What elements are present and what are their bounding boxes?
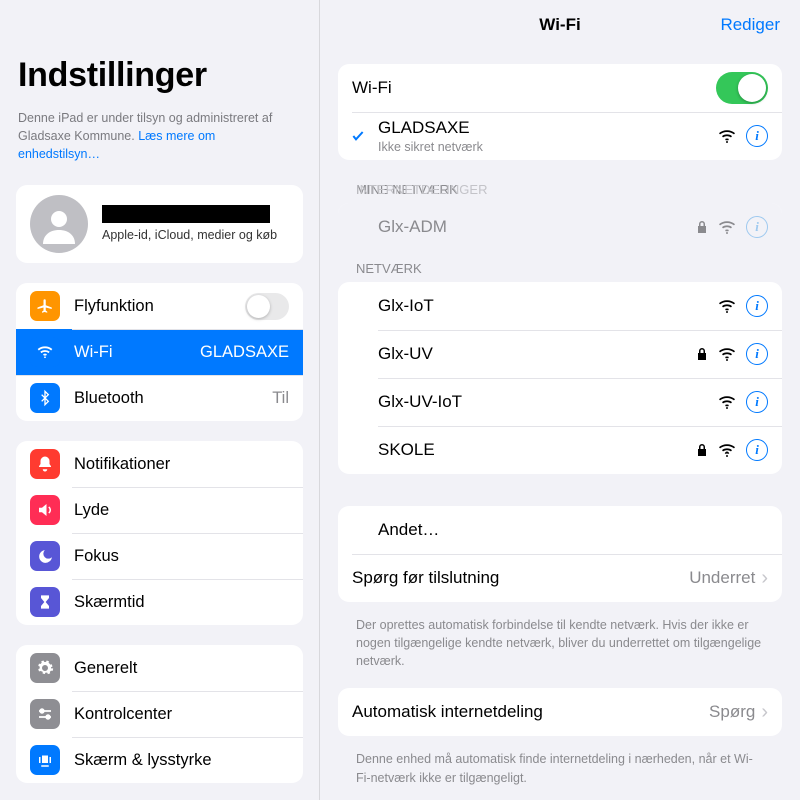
- account-name-redacted: [102, 205, 270, 223]
- sidebar-item-label: Wi-Fi: [74, 343, 200, 362]
- network-row[interactable]: Glx-ADM i: [338, 203, 782, 251]
- sidebar-item-label: Kontrolcenter: [74, 705, 289, 724]
- sidebar-item-value: Til: [272, 389, 289, 408]
- network-row[interactable]: Glx-UV-IoT i: [338, 378, 782, 426]
- network-security-note: Ikke sikret netværk: [378, 140, 718, 154]
- hourglass-icon: [30, 587, 60, 617]
- gear-icon: [30, 653, 60, 683]
- brightness-icon: [30, 745, 60, 775]
- bluetooth-icon: [30, 383, 60, 413]
- supervision-note: Denne iPad er under tilsyn og administre…: [16, 109, 303, 163]
- airplane-icon: [30, 291, 60, 321]
- lock-icon: [696, 347, 708, 361]
- account-card[interactable]: Apple-id, iCloud, medier og køb: [16, 185, 303, 263]
- sidebar-item-label: Skærm & lysstyrke: [74, 751, 289, 770]
- sidebar-item-wifi[interactable]: Wi-Fi GLADSAXE: [16, 329, 303, 375]
- checkmark-icon: [350, 128, 366, 144]
- sidebar-item-label: Generelt: [74, 659, 289, 678]
- other-label: Andet…: [378, 520, 768, 540]
- my-networks-group: Glx-ADM i: [338, 203, 782, 251]
- network-name: Glx-IoT: [378, 296, 718, 316]
- section-label-networks: NETVÆRK: [338, 251, 782, 282]
- info-icon[interactable]: i: [746, 125, 768, 147]
- wifi-signal-icon: [718, 299, 736, 313]
- ask-label: Spørg før tilslutning: [352, 568, 689, 588]
- info-icon[interactable]: i: [746, 295, 768, 317]
- connected-network-row[interactable]: GLADSAXE Ikke sikret netværk i: [338, 112, 782, 160]
- wifi-toggle-row: Wi-Fi: [338, 64, 782, 112]
- auto-hotspot-row[interactable]: Automatisk internetdeling Spørg ›: [338, 688, 782, 736]
- network-name: Glx-UV: [378, 344, 696, 364]
- network-row[interactable]: Glx-IoT i: [338, 282, 782, 330]
- sidebar-item-controlcenter[interactable]: Kontrolcenter: [16, 691, 303, 737]
- wifi-signal-icon: [718, 220, 736, 234]
- page-title: Indstillinger: [18, 56, 303, 95]
- detail-title: Wi-Fi: [539, 15, 580, 35]
- info-icon[interactable]: i: [746, 439, 768, 461]
- wifi-toggle-label: Wi-Fi: [352, 78, 716, 98]
- other-network-row[interactable]: Andet…: [338, 506, 782, 554]
- sidebar-item-label: Bluetooth: [74, 389, 272, 408]
- account-subtitle: Apple-id, iCloud, medier og køb: [102, 227, 277, 243]
- sidebar-item-display[interactable]: Skærm & lysstyrke: [16, 737, 303, 783]
- detail-pane: Wi-Fi Rediger Wi-Fi GLADSAXE Ikke sikret…: [320, 0, 800, 800]
- network-name: SKOLE: [378, 440, 696, 460]
- sidebar-item-label: Flyfunktion: [74, 297, 245, 316]
- sidebar-item-label: Notifikationer: [74, 455, 289, 474]
- sidebar-group-general: Generelt Kontrolcenter Skærm & lysstyrke: [16, 645, 303, 783]
- wifi-signal-icon: [718, 347, 736, 361]
- wifi-signal-icon: [718, 395, 736, 409]
- network-row[interactable]: SKOLE i: [338, 426, 782, 474]
- hotspot-value: Spørg: [709, 702, 755, 722]
- sidebar-item-notifications[interactable]: Notifikationer: [16, 441, 303, 487]
- sidebar-group-connectivity: Flyfunktion Wi-Fi GLADSAXE Bluetooth Til: [16, 283, 303, 421]
- avatar: [30, 195, 88, 253]
- detail-header: Wi-Fi Rediger: [320, 0, 800, 50]
- lock-icon: [696, 220, 708, 234]
- sidebar-item-value: GLADSAXE: [200, 343, 289, 362]
- sidebar-item-screentime[interactable]: Skærmtid: [16, 579, 303, 625]
- sidebar-item-label: Fokus: [74, 547, 289, 566]
- sidebar-item-sounds[interactable]: Lyde: [16, 487, 303, 533]
- hotspot-footer: Denne enhed må automatisk finde internet…: [338, 742, 782, 800]
- lock-icon: [696, 443, 708, 457]
- network-name: Glx-ADM: [378, 217, 696, 237]
- network-name: Glx-UV-IoT: [378, 392, 718, 412]
- chevron-right-icon: ›: [761, 701, 768, 724]
- sidebar-item-airplane[interactable]: Flyfunktion: [16, 283, 303, 329]
- info-icon[interactable]: i: [746, 391, 768, 413]
- sidebar-group-attention: Notifikationer Lyde Fokus Skærmtid: [16, 441, 303, 625]
- wifi-icon: [30, 337, 60, 367]
- sidebar-item-general[interactable]: Generelt: [16, 645, 303, 691]
- speaker-icon: [30, 495, 60, 525]
- moon-icon: [30, 541, 60, 571]
- section-label-mine: MINE NETVÆRK: [338, 166, 782, 203]
- ask-value: Underret: [689, 568, 755, 588]
- other-and-ask-group: Andet… Spørg før tilslutning Underret ›: [338, 506, 782, 602]
- sidebar-item-label: Lyde: [74, 501, 289, 520]
- edit-button[interactable]: Rediger: [720, 15, 780, 35]
- hotspot-label: Automatisk internetdeling: [352, 702, 709, 722]
- airplane-toggle[interactable]: [245, 293, 289, 320]
- network-row[interactable]: Glx-UV i: [338, 330, 782, 378]
- network-name: GLADSAXE: [378, 118, 718, 138]
- wifi-main-group: Wi-Fi GLADSAXE Ikke sikret netværk i: [338, 64, 782, 160]
- sliders-icon: [30, 699, 60, 729]
- info-icon[interactable]: i: [746, 343, 768, 365]
- ask-footer: Der oprettes automatisk forbindelse til …: [338, 608, 782, 688]
- hotspot-group: Automatisk internetdeling Spørg ›: [338, 688, 782, 736]
- wifi-signal-icon: [718, 129, 736, 143]
- bell-icon: [30, 449, 60, 479]
- chevron-right-icon: ›: [761, 567, 768, 590]
- ask-to-join-row[interactable]: Spørg før tilslutning Underret ›: [338, 554, 782, 602]
- sidebar-item-label: Skærmtid: [74, 593, 289, 612]
- settings-sidebar: Indstillinger Denne iPad er under tilsyn…: [0, 0, 320, 800]
- other-networks-group: Glx-IoT i Glx-UV i Glx-UV-IoT i: [338, 282, 782, 474]
- info-icon[interactable]: i: [746, 216, 768, 238]
- sidebar-item-focus[interactable]: Fokus: [16, 533, 303, 579]
- wifi-toggle[interactable]: [716, 72, 768, 104]
- wifi-signal-icon: [718, 443, 736, 457]
- sidebar-item-bluetooth[interactable]: Bluetooth Til: [16, 375, 303, 421]
